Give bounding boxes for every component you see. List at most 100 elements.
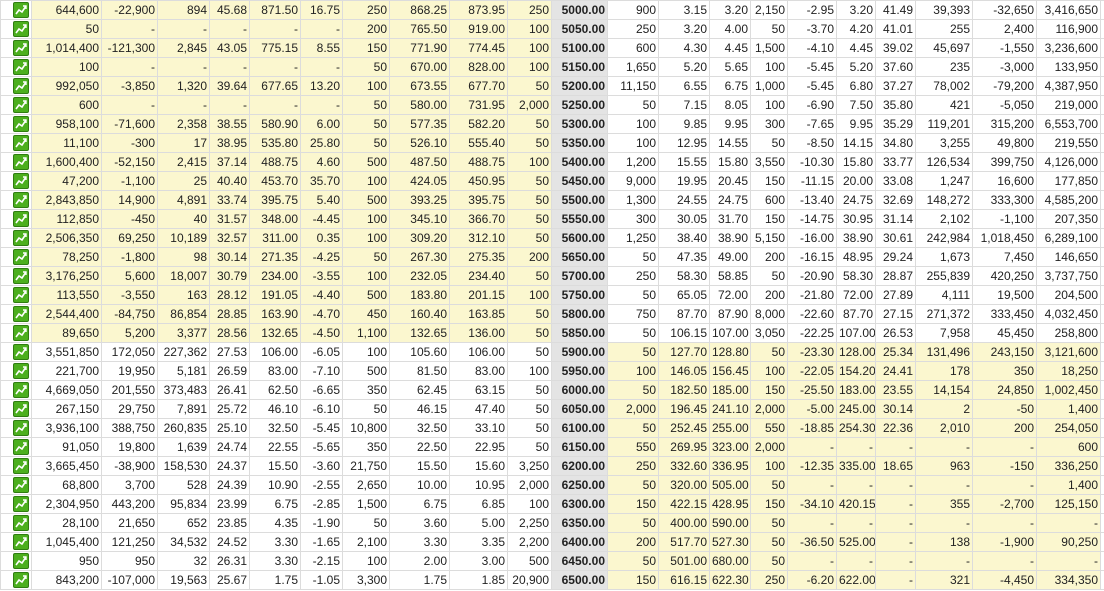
- call-oi[interactable]: 950: [31, 551, 102, 571]
- put-chart-cell[interactable]: [1100, 475, 1104, 495]
- put-chart-cell[interactable]: [1100, 342, 1104, 362]
- put-oi[interactable]: 6,553,700: [1036, 114, 1101, 134]
- put-oi[interactable]: 1,002,450: [1036, 380, 1101, 400]
- call-ltp[interactable]: 311.00: [249, 228, 301, 248]
- trend-chart-icon[interactable]: [13, 59, 29, 76]
- put-chart-cell[interactable]: [1100, 570, 1104, 590]
- call-oi[interactable]: 644,600: [31, 0, 102, 20]
- put-oi[interactable]: 125,150: [1036, 494, 1101, 514]
- put-ltp[interactable]: 30.95: [836, 209, 876, 229]
- call-chart-cell[interactable]: [0, 95, 32, 115]
- put-ltp[interactable]: 4.45: [836, 38, 876, 58]
- call-chart-cell[interactable]: [0, 38, 32, 58]
- call-ltp[interactable]: 10.90: [249, 475, 301, 495]
- call-ltp[interactable]: -: [249, 95, 301, 115]
- put-oi[interactable]: 116,900: [1036, 19, 1101, 39]
- call-ltp[interactable]: 453.70: [249, 171, 301, 191]
- call-ltp[interactable]: 535.80: [249, 133, 301, 153]
- put-chart-cell[interactable]: [1100, 57, 1104, 77]
- put-chart-cell[interactable]: [1100, 513, 1104, 533]
- put-ltp[interactable]: 622.00: [836, 570, 876, 590]
- call-oi[interactable]: 47,200: [31, 171, 102, 191]
- call-oi[interactable]: 4,669,050: [31, 380, 102, 400]
- put-ltp[interactable]: 72.00: [836, 285, 876, 305]
- trend-chart-icon[interactable]: [13, 458, 29, 475]
- strike-price[interactable]: 6200.00: [551, 456, 608, 476]
- put-chart-cell[interactable]: [1100, 247, 1104, 267]
- put-oi[interactable]: 336,250: [1036, 456, 1101, 476]
- call-chart-cell[interactable]: [0, 152, 32, 172]
- call-ltp[interactable]: 488.75: [249, 152, 301, 172]
- strike-price[interactable]: 6350.00: [551, 513, 608, 533]
- call-chart-cell[interactable]: [0, 551, 32, 571]
- put-ltp[interactable]: 48.95: [836, 247, 876, 267]
- call-ltp[interactable]: 871.50: [249, 0, 301, 20]
- call-oi[interactable]: 2,843,850: [31, 190, 102, 210]
- trend-chart-icon[interactable]: [13, 534, 29, 551]
- put-oi[interactable]: 4,126,000: [1036, 152, 1101, 172]
- put-chart-cell[interactable]: [1100, 418, 1104, 438]
- put-oi[interactable]: 207,350: [1036, 209, 1101, 229]
- put-ltp[interactable]: 87.70: [836, 304, 876, 324]
- put-ltp[interactable]: 38.90: [836, 228, 876, 248]
- call-oi[interactable]: 2,304,950: [31, 494, 102, 514]
- call-oi[interactable]: 600: [31, 95, 102, 115]
- strike-price[interactable]: 5000.00: [551, 0, 608, 20]
- call-chart-cell[interactable]: [0, 456, 32, 476]
- put-chart-cell[interactable]: [1100, 209, 1104, 229]
- put-oi[interactable]: 4,585,200: [1036, 190, 1101, 210]
- call-chart-cell[interactable]: [0, 247, 32, 267]
- trend-chart-icon[interactable]: [13, 439, 29, 456]
- strike-price[interactable]: 5400.00: [551, 152, 608, 172]
- call-chart-cell[interactable]: [0, 285, 32, 305]
- call-ltp[interactable]: 348.00: [249, 209, 301, 229]
- put-chart-cell[interactable]: [1100, 437, 1104, 457]
- put-oi[interactable]: 4,032,450: [1036, 304, 1101, 324]
- trend-chart-icon[interactable]: [13, 211, 29, 228]
- call-chart-cell[interactable]: [0, 190, 32, 210]
- call-ltp[interactable]: 163.90: [249, 304, 301, 324]
- call-chart-cell[interactable]: [0, 114, 32, 134]
- put-chart-cell[interactable]: [1100, 380, 1104, 400]
- call-chart-cell[interactable]: [0, 19, 32, 39]
- call-oi[interactable]: 267,150: [31, 399, 102, 419]
- call-chart-cell[interactable]: [0, 266, 32, 286]
- call-ltp[interactable]: 83.00: [249, 361, 301, 381]
- strike-price[interactable]: 5050.00: [551, 19, 608, 39]
- trend-chart-icon[interactable]: [13, 116, 29, 133]
- call-chart-cell[interactable]: [0, 475, 32, 495]
- call-ltp[interactable]: 106.00: [249, 342, 301, 362]
- call-chart-cell[interactable]: [0, 437, 32, 457]
- call-chart-cell[interactable]: [0, 0, 32, 20]
- put-oi[interactable]: 133,950: [1036, 57, 1101, 77]
- put-chart-cell[interactable]: [1100, 323, 1104, 343]
- trend-chart-icon[interactable]: [13, 287, 29, 304]
- put-chart-cell[interactable]: [1100, 228, 1104, 248]
- put-oi[interactable]: 254,050: [1036, 418, 1101, 438]
- call-ltp[interactable]: 395.75: [249, 190, 301, 210]
- strike-price[interactable]: 6250.00: [551, 475, 608, 495]
- call-chart-cell[interactable]: [0, 171, 32, 191]
- put-oi[interactable]: 146,650: [1036, 247, 1101, 267]
- trend-chart-icon[interactable]: [13, 572, 29, 589]
- strike-price[interactable]: 5900.00: [551, 342, 608, 362]
- call-oi[interactable]: 68,800: [31, 475, 102, 495]
- strike-price[interactable]: 5250.00: [551, 95, 608, 115]
- put-oi[interactable]: 219,000: [1036, 95, 1101, 115]
- put-oi[interactable]: -: [1036, 513, 1101, 533]
- put-ltp[interactable]: 254.30: [836, 418, 876, 438]
- trend-chart-icon[interactable]: [13, 268, 29, 285]
- put-ltp[interactable]: 183.00: [836, 380, 876, 400]
- trend-chart-icon[interactable]: [13, 173, 29, 190]
- put-ltp[interactable]: 24.75: [836, 190, 876, 210]
- call-oi[interactable]: 1,014,400: [31, 38, 102, 58]
- trend-chart-icon[interactable]: [13, 192, 29, 209]
- put-chart-cell[interactable]: [1100, 399, 1104, 419]
- put-oi[interactable]: 1,400: [1036, 399, 1101, 419]
- trend-chart-icon[interactable]: [13, 2, 29, 19]
- call-chart-cell[interactable]: [0, 494, 32, 514]
- call-chart-cell[interactable]: [0, 570, 32, 590]
- trend-chart-icon[interactable]: [13, 496, 29, 513]
- put-chart-cell[interactable]: [1100, 361, 1104, 381]
- put-ltp[interactable]: 3.20: [836, 0, 876, 20]
